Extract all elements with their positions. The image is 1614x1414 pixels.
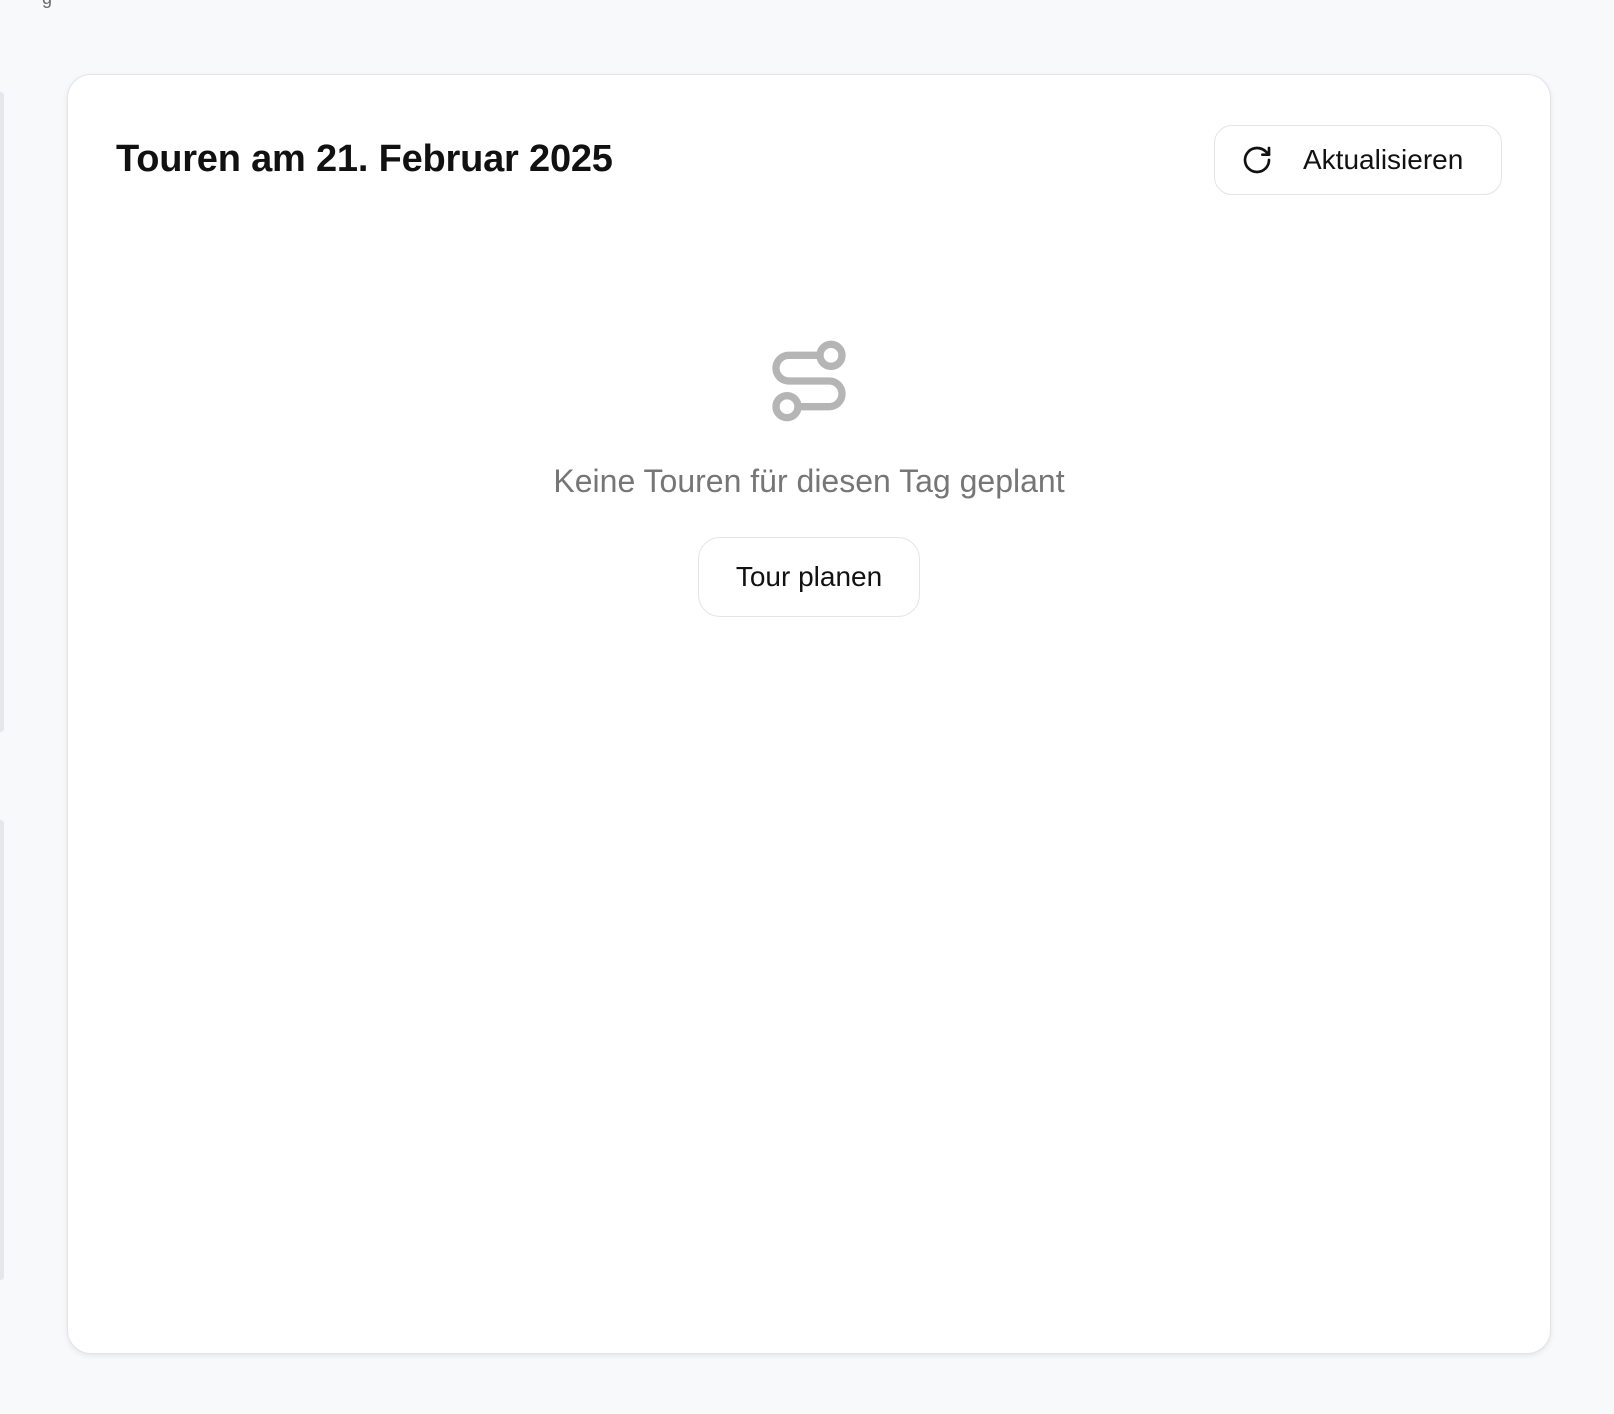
tours-card: Touren am 21. Februar 2025 Aktualisieren… (67, 74, 1551, 1354)
route-icon (765, 337, 853, 425)
left-panel-edge (0, 820, 4, 1280)
refresh-button[interactable]: Aktualisieren (1214, 125, 1502, 195)
empty-state-message: Keine Touren für diesen Tag geplant (553, 463, 1065, 499)
page-title: Touren am 21. Februar 2025 (116, 138, 613, 180)
refresh-button-label: Aktualisieren (1303, 144, 1464, 175)
empty-state: Keine Touren für diesen Tag geplant Tour… (68, 337, 1550, 617)
refresh-icon (1241, 144, 1273, 176)
clipped-text-fragment: g (42, 0, 52, 9)
left-panel-edge (0, 92, 4, 732)
plan-tour-button[interactable]: Tour planen (698, 537, 920, 617)
